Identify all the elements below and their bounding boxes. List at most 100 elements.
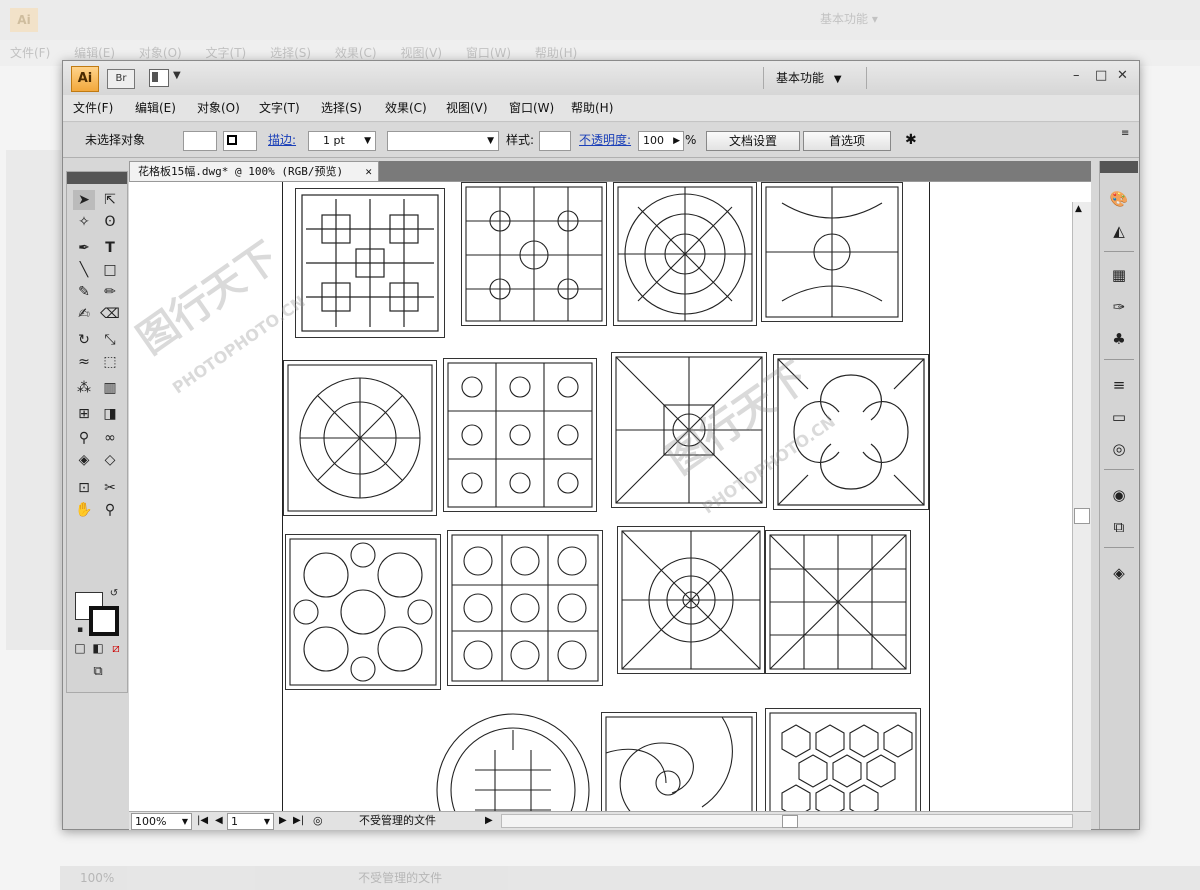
lattice-pattern-tile[interactable] bbox=[285, 534, 441, 690]
lattice-pattern-tile[interactable] bbox=[601, 712, 757, 812]
swatches-icon[interactable]: ▦ bbox=[1109, 265, 1129, 285]
fill-color-dropdown[interactable] bbox=[183, 131, 217, 151]
lattice-pattern-tile[interactable] bbox=[761, 182, 903, 322]
live-paint-selection-tool-icon[interactable]: ◇ bbox=[99, 450, 121, 470]
lattice-pattern-tile[interactable] bbox=[765, 708, 921, 812]
graphic-styles-icon[interactable]: ⧉ bbox=[1109, 517, 1129, 537]
close-button[interactable]: ✕ bbox=[1117, 68, 1128, 83]
lattice-pattern-tile[interactable] bbox=[447, 530, 603, 686]
gradient-tool-icon[interactable]: ◨ bbox=[99, 404, 121, 424]
page-field[interactable]: 1 ▼ bbox=[227, 813, 274, 830]
warp-tool-icon[interactable]: ≈ bbox=[73, 352, 95, 372]
direct-selection-tool-icon[interactable]: ⇱ bbox=[99, 190, 121, 210]
chevron-down-icon[interactable]: ▼ bbox=[173, 70, 181, 81]
free-transform-tool-icon[interactable]: ⬚ bbox=[99, 352, 121, 372]
pencil-tool-icon[interactable]: ✏ bbox=[99, 282, 121, 302]
scale-tool-icon[interactable]: ⤡ bbox=[99, 330, 121, 350]
close-icon[interactable]: ✕ bbox=[365, 162, 372, 182]
menu-select[interactable]: 选择(S) bbox=[321, 95, 362, 121]
opacity-field[interactable]: 100 ▶ bbox=[638, 131, 684, 151]
horizontal-scrollbar[interactable] bbox=[501, 814, 1073, 828]
menu-help[interactable]: 帮助(H) bbox=[571, 95, 613, 121]
rotate-tool-icon[interactable]: ↻ bbox=[73, 330, 95, 350]
variable-width-dropdown[interactable]: ▼ bbox=[387, 131, 499, 151]
version-cue-icon[interactable]: ◎ bbox=[313, 812, 323, 830]
zoom-tool-icon[interactable]: ⚲ bbox=[99, 500, 121, 520]
rectangle-tool-icon[interactable]: □ bbox=[99, 260, 121, 280]
hand-tool-icon[interactable]: ✋ bbox=[73, 500, 95, 520]
blend-tool-icon[interactable]: ∞ bbox=[99, 428, 121, 448]
arrange-documents-icon[interactable] bbox=[149, 69, 169, 87]
lasso-tool-icon[interactable]: ʘ bbox=[99, 212, 121, 232]
menu-edit[interactable]: 编辑(E) bbox=[135, 95, 176, 121]
graph-tool-icon[interactable]: ▥ bbox=[99, 378, 121, 398]
default-colors-icon[interactable]: ▪ bbox=[69, 620, 91, 640]
stroke-weight-field[interactable]: 1 pt ▼ bbox=[308, 131, 376, 151]
menu-window[interactable]: 窗口(W) bbox=[509, 95, 554, 121]
last-page-icon[interactable]: ▶| bbox=[293, 812, 304, 830]
menu-view[interactable]: 视图(V) bbox=[446, 95, 488, 121]
blob-brush-tool-icon[interactable]: ✍ bbox=[73, 304, 95, 324]
stroke-link[interactable]: 描边: bbox=[268, 131, 296, 149]
lattice-pattern-tile[interactable] bbox=[295, 188, 445, 338]
color-guide-icon[interactable]: ◭ bbox=[1109, 221, 1129, 241]
isolate-group-icon[interactable]: ✱ bbox=[905, 131, 917, 149]
scroll-up-icon[interactable]: ▲ bbox=[1075, 204, 1082, 214]
panel-menu-icon[interactable]: ≡ bbox=[1121, 125, 1129, 143]
artboard-tool-icon[interactable]: ⊡ bbox=[73, 478, 95, 498]
magic-wand-tool-icon[interactable]: ✧ bbox=[73, 212, 95, 232]
bridge-button[interactable]: Br bbox=[107, 69, 135, 89]
workspace-switcher[interactable]: 基本功能 ▼ bbox=[763, 67, 867, 89]
preferences-button[interactable]: 首选项 bbox=[803, 131, 891, 151]
vertical-scrollbar[interactable]: ▲ ▼ bbox=[1072, 202, 1091, 812]
status-menu-icon[interactable]: ▶ bbox=[485, 812, 493, 830]
mesh-tool-icon[interactable]: ⊞ bbox=[73, 404, 95, 424]
stroke-color-swatch[interactable] bbox=[89, 606, 119, 636]
gradient-icon[interactable]: ▭ bbox=[1109, 407, 1129, 427]
live-paint-tool-icon[interactable]: ◈ bbox=[73, 450, 95, 470]
scroll-thumb[interactable] bbox=[1074, 508, 1090, 524]
menu-effect[interactable]: 效果(C) bbox=[385, 95, 427, 121]
none-mode-icon[interactable]: ⧄ bbox=[105, 638, 127, 658]
stroke-color-dropdown[interactable] bbox=[223, 131, 257, 151]
first-page-icon[interactable]: |◀ bbox=[197, 812, 208, 830]
menu-file[interactable]: 文件(F) bbox=[73, 95, 113, 121]
swap-colors-icon[interactable]: ↺ bbox=[103, 584, 125, 604]
lattice-pattern-tile[interactable] bbox=[613, 182, 757, 326]
type-tool-icon[interactable]: T bbox=[99, 238, 121, 258]
eyedropper-tool-icon[interactable]: ⚲ bbox=[73, 428, 95, 448]
lattice-pattern-tile[interactable] bbox=[443, 358, 597, 512]
lattice-pattern-tile[interactable] bbox=[773, 354, 929, 510]
stroke-icon[interactable]: ≡ bbox=[1109, 375, 1129, 395]
lattice-pattern-tile[interactable] bbox=[461, 182, 607, 326]
selection-tool-icon[interactable]: ➤ bbox=[73, 190, 95, 210]
symbol-sprayer-tool-icon[interactable]: ⁂ bbox=[73, 378, 95, 398]
zoom-dropdown[interactable]: 100% ▼ bbox=[131, 813, 192, 830]
maximize-button[interactable]: □ bbox=[1095, 68, 1107, 83]
hscroll-thumb[interactable] bbox=[782, 815, 798, 828]
minimize-button[interactable]: – bbox=[1073, 68, 1080, 83]
opacity-link[interactable]: 不透明度: bbox=[579, 131, 631, 149]
lattice-pattern-tile[interactable] bbox=[283, 360, 437, 516]
menu-object[interactable]: 对象(O) bbox=[197, 95, 240, 121]
lattice-pattern-tile[interactable] bbox=[435, 710, 591, 812]
layers-icon[interactable]: ◈ bbox=[1109, 563, 1129, 583]
appearance-icon[interactable]: ◉ bbox=[1109, 485, 1129, 505]
line-tool-icon[interactable]: ╲ bbox=[73, 260, 95, 280]
transparency-icon[interactable]: ◎ bbox=[1109, 439, 1129, 459]
document-setup-button[interactable]: 文档设置 bbox=[706, 131, 800, 151]
lattice-pattern-tile[interactable] bbox=[617, 526, 765, 674]
pen-tool-icon[interactable]: ✒ bbox=[73, 238, 95, 258]
slice-tool-icon[interactable]: ✂ bbox=[99, 478, 121, 498]
lattice-pattern-tile[interactable] bbox=[765, 530, 911, 674]
graphic-style-dropdown[interactable] bbox=[539, 131, 571, 151]
previous-page-icon[interactable]: ◀ bbox=[215, 812, 223, 830]
brushes-icon[interactable]: ✑ bbox=[1109, 297, 1129, 317]
document-tab[interactable]: 花格板15幅.dwg* @ 100% (RGB/预览) ✕ bbox=[129, 161, 379, 182]
paintbrush-tool-icon[interactable]: ✎ bbox=[73, 282, 95, 302]
eraser-tool-icon[interactable]: ⌫ bbox=[99, 304, 121, 324]
color-panel-icon[interactable]: 🎨 bbox=[1109, 189, 1129, 209]
canvas[interactable]: 图行天下PHOTOPHOTO.CN 图行天下PHOTOPHOTO.CN ▲ ▼ bbox=[129, 181, 1091, 812]
lattice-pattern-tile[interactable] bbox=[611, 352, 767, 508]
screen-mode-icon[interactable]: ⧉ bbox=[87, 662, 109, 682]
